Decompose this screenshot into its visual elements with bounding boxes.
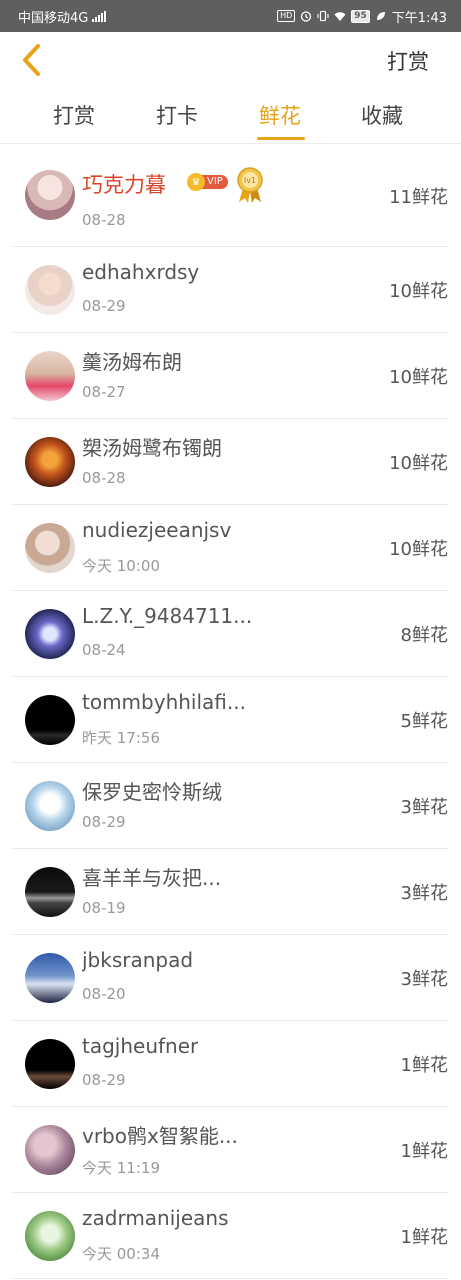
flower-count: 10鲜花 — [389, 367, 448, 388]
list-item[interactable]: tommbyhhilafi... 昨天 17:56 5鲜花 — [13, 677, 448, 763]
list-item[interactable]: L.Z.Y._9484711... 08-24 8鲜花 — [13, 591, 448, 677]
hd-icon: HD — [277, 10, 296, 22]
avatar[interactable] — [25, 1125, 75, 1175]
list-item[interactable]: 保罗史密怜斯绒 08-29 3鲜花 — [13, 763, 448, 849]
tab-reward[interactable]: 打赏 — [53, 100, 95, 130]
flower-count: 10鲜花 — [389, 539, 448, 560]
avatar[interactable] — [25, 437, 75, 487]
user-name[interactable]: L.Z.Y._9484711... — [82, 604, 252, 628]
item-date: 08-29 — [82, 813, 126, 831]
alarm-icon — [301, 11, 312, 22]
user-name[interactable]: 槊汤姆鹭布镯朗 — [82, 432, 222, 461]
avatar[interactable] — [25, 781, 75, 831]
back-button[interactable] — [14, 40, 48, 80]
avatar[interactable] — [25, 170, 75, 220]
list-item[interactable]: zadrmanijeans 今天 00:34 1鲜花 — [13, 1193, 448, 1279]
vip-badge: ♛ VIP — [187, 173, 228, 191]
item-date: 昨天 17:56 — [82, 729, 160, 747]
clock-label: 下午1:43 — [391, 10, 447, 26]
user-name[interactable]: tagjheufner — [82, 1034, 198, 1058]
user-name[interactable]: jbksranpad — [82, 948, 193, 972]
reward-action-button[interactable]: 打赏 — [387, 46, 429, 76]
crown-icon: ♛ — [187, 173, 205, 191]
flower-count: 11鲜花 — [389, 187, 448, 208]
flower-count: 10鲜花 — [389, 281, 448, 302]
avatar[interactable] — [25, 695, 75, 745]
flower-count: 1鲜花 — [400, 1055, 448, 1076]
item-date: 08-24 — [82, 641, 126, 659]
status-right: HD 95 下午1:43 — [277, 7, 447, 26]
list-item[interactable]: nudiezjeeanjsv 今天 10:00 10鲜花 — [13, 505, 448, 591]
list-item[interactable]: 喜羊羊与灰把... 08-19 3鲜花 — [13, 849, 448, 935]
tab-favorites[interactable]: 收藏 — [361, 100, 403, 130]
signal-icon — [92, 10, 107, 22]
flower-count: 8鲜花 — [400, 625, 448, 646]
flower-count: 5鲜花 — [400, 711, 448, 732]
user-name[interactable]: 巧克力暮 — [82, 169, 166, 199]
user-name[interactable]: 喜羊羊与灰把... — [82, 862, 221, 891]
battery-icon: 95 — [351, 9, 370, 23]
flower-count: 3鲜花 — [400, 883, 448, 904]
flower-count: 3鲜花 — [400, 797, 448, 818]
status-bar: 中国移动4G HD 95 下午1:43 — [0, 0, 461, 32]
item-date: 08-19 — [82, 899, 126, 917]
avatar[interactable] — [25, 351, 75, 401]
flower-list: 巧克力暮 ♛ VIP lv1 08-28 11鲜花 edhahxrdsy 08-… — [0, 144, 461, 1279]
list-item[interactable]: 羹汤姆布朗 08-27 10鲜花 — [13, 333, 448, 419]
flower-count: 10鲜花 — [389, 453, 448, 474]
avatar[interactable] — [25, 1211, 75, 1261]
user-name[interactable]: 保罗史密怜斯绒 — [82, 776, 222, 805]
user-name[interactable]: nudiezjeeanjsv — [82, 518, 231, 542]
list-item[interactable]: edhahxrdsy 08-29 10鲜花 — [13, 247, 448, 333]
user-name[interactable]: vrbo鹘x智絮能... — [82, 1120, 238, 1149]
wifi-icon — [334, 12, 346, 21]
user-name[interactable]: 羹汤姆布朗 — [82, 346, 182, 375]
avatar[interactable] — [25, 265, 75, 315]
list-item[interactable]: tagjheufner 08-29 1鲜花 — [13, 1021, 448, 1107]
flower-count: 1鲜花 — [400, 1141, 448, 1162]
avatar[interactable] — [25, 523, 75, 573]
item-date: 08-29 — [82, 1071, 126, 1089]
item-date: 今天 00:34 — [82, 1245, 160, 1263]
item-date: 08-29 — [82, 297, 126, 315]
list-item[interactable]: jbksranpad 08-20 3鲜花 — [13, 935, 448, 1021]
nav-bar: 打赏 — [0, 32, 461, 88]
avatar[interactable] — [25, 867, 75, 917]
level-label: lv1 — [244, 176, 256, 185]
user-name[interactable]: zadrmanijeans — [82, 1206, 229, 1230]
carrier-label: 中国移动4G — [18, 10, 89, 26]
leaf-icon — [376, 12, 385, 20]
vibrate-icon — [317, 10, 329, 22]
tab-flowers[interactable]: 鲜花 — [259, 100, 301, 130]
tab-checkin[interactable]: 打卡 — [156, 100, 198, 130]
avatar[interactable] — [25, 953, 75, 1003]
flower-count: 3鲜花 — [400, 969, 448, 990]
avatar[interactable] — [25, 609, 75, 659]
user-name[interactable]: edhahxrdsy — [82, 260, 199, 284]
tab-bar: 打赏 打卡 鲜花 收藏 — [0, 88, 461, 144]
chevron-left-icon — [23, 44, 40, 76]
item-date: 08-27 — [82, 383, 126, 401]
user-name[interactable]: tommbyhhilafi... — [82, 690, 246, 714]
list-item[interactable]: 巧克力暮 ♛ VIP lv1 08-28 11鲜花 — [13, 144, 448, 247]
flower-count: 1鲜花 — [400, 1227, 448, 1248]
level-medal-icon: lv1 — [237, 167, 263, 203]
item-date: 08-20 — [82, 985, 126, 1003]
avatar[interactable] — [25, 1039, 75, 1089]
item-date: 今天 11:19 — [82, 1159, 160, 1177]
list-item[interactable]: 槊汤姆鹭布镯朗 08-28 10鲜花 — [13, 419, 448, 505]
item-date: 08-28 — [82, 469, 126, 487]
list-item[interactable]: vrbo鹘x智絮能... 今天 11:19 1鲜花 — [13, 1107, 448, 1193]
status-left: 中国移动4G — [18, 7, 107, 26]
item-date: 今天 10:00 — [82, 557, 160, 575]
item-date: 08-28 — [82, 211, 126, 229]
active-tab-indicator — [257, 137, 305, 140]
